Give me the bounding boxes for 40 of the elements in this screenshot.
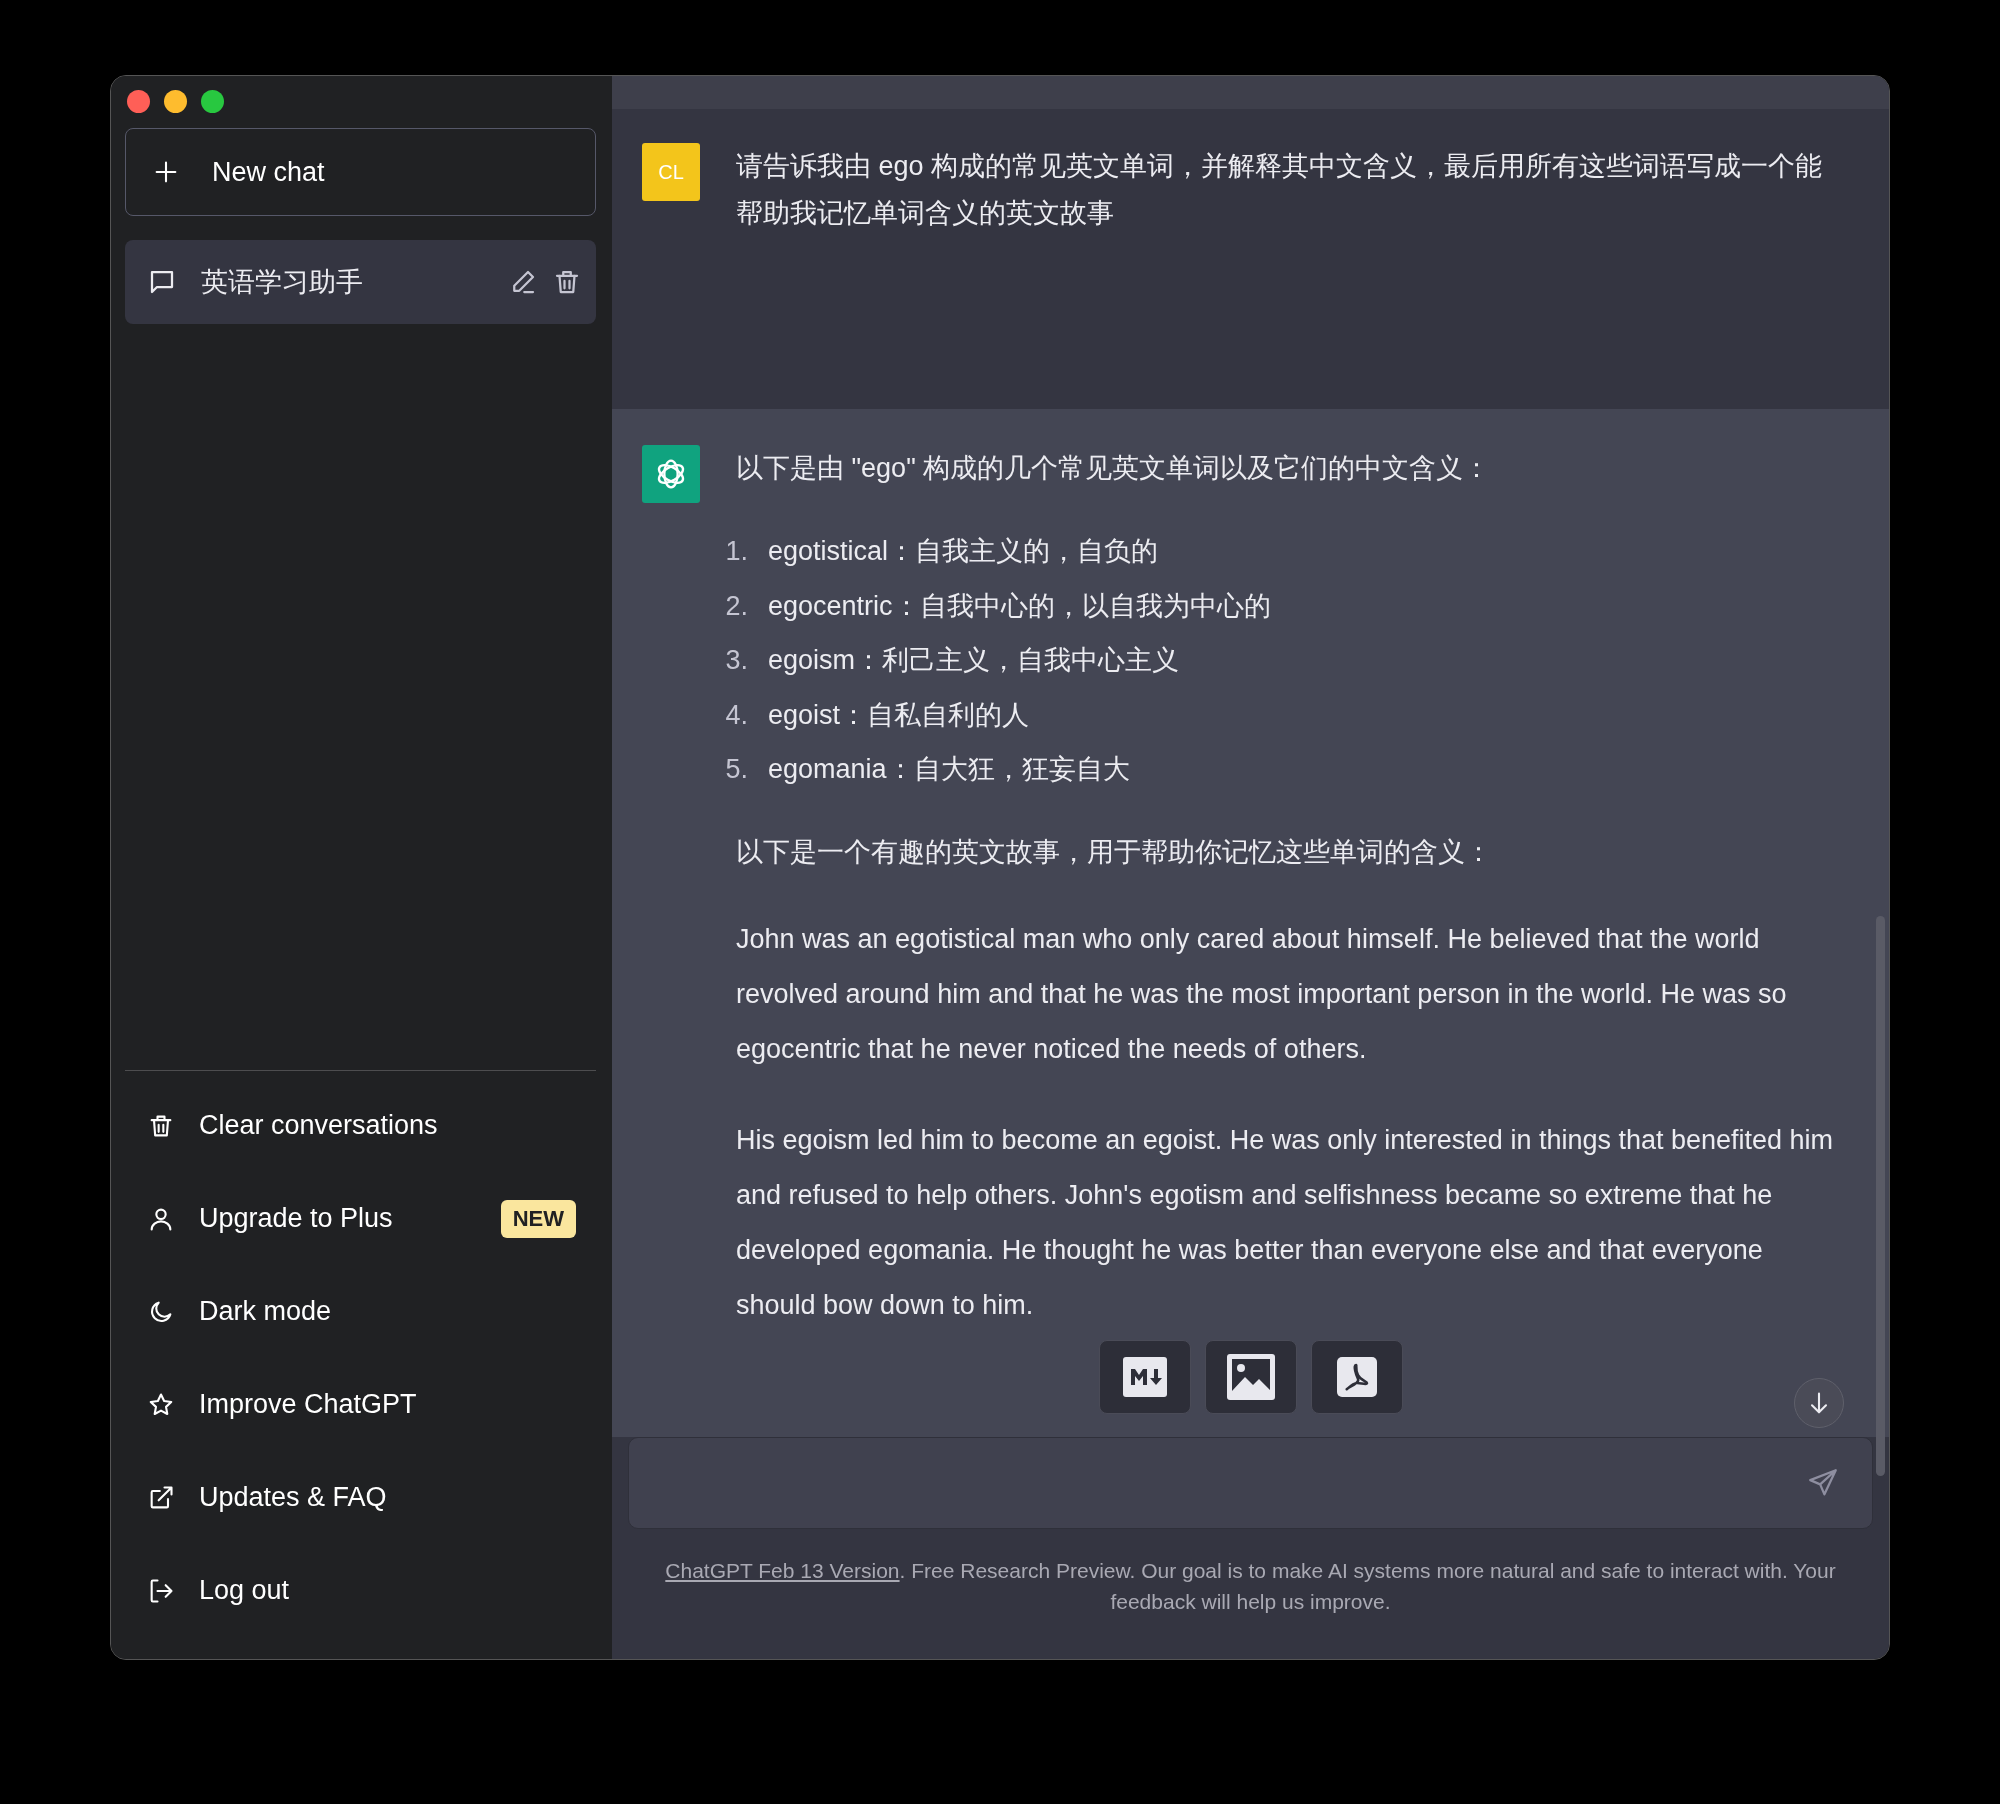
new-badge: NEW [500, 1199, 576, 1238]
list-number: 5. [724, 753, 748, 786]
pdf-icon [1337, 1357, 1377, 1397]
minimize-window-button[interactable] [164, 90, 187, 113]
list-item-text: egoism：利己主义，自我中心主义 [768, 644, 1180, 677]
markdown-icon [1123, 1357, 1167, 1397]
conversation-title: 英语学习助手 [201, 266, 364, 299]
menu-item[interactable]: Improve ChatGPT [125, 1358, 596, 1451]
menu-item[interactable]: Updates & FAQ [125, 1451, 596, 1544]
menu-item[interactable]: Log out [125, 1544, 596, 1637]
message-paragraph: 请告诉我由 ego 构成的常见英文单词，并解释其中文含义，最后用所有这些词语写成一个能帮助我记忆单词含义的英文故事 [736, 150, 1824, 230]
menu-item[interactable]: Clear conversations [125, 1079, 596, 1172]
list-number: 1. [724, 535, 748, 568]
scrollbar[interactable] [1876, 916, 1885, 1476]
conversation-item[interactable]: 英语学习助手 [125, 240, 596, 324]
list-number: 2. [724, 589, 748, 623]
new-chat-button[interactable]: New chat [125, 128, 596, 216]
image-icon [1227, 1354, 1275, 1400]
version-link[interactable]: ChatGPT Feb 13 Version [665, 1559, 900, 1582]
pdf-export-button[interactable] [1311, 1340, 1403, 1414]
list-item-text: egotistical：自我主义的，自负的 [768, 535, 1159, 568]
image-export-button[interactable] [1205, 1340, 1297, 1414]
list-item-text: egocentric：自我中心的，以自我为中心的 [768, 589, 1271, 623]
close-window-button[interactable] [127, 90, 150, 113]
list-number: 3. [724, 644, 748, 677]
message-input-field[interactable] [628, 1437, 1873, 1529]
list-item-text: egomania：自大狂，狂妄自大 [768, 753, 1130, 786]
menu-item[interactable]: Upgrade to Plus NEW [125, 1172, 596, 1265]
zoom-window-button[interactable] [201, 90, 224, 113]
list-number: 4. [724, 698, 748, 732]
list-item-text: egoist：自私自利的人 [768, 698, 1030, 732]
assistant-logo-icon [642, 445, 700, 503]
menu-item[interactable]: Dark mode [125, 1265, 596, 1358]
message-paragraph: His egoism led him to become an egoist. He was only interested in things that benefited him and refused to help others. John's egotism and selfishness became so extreme that he developed egomania. He thought he was better than everyone else and that everyone should bow down to him. [736, 1123, 1835, 1322]
footer-disclaimer: ChatGPT Feb 13 Version. Free Research Preview. Our goal is to make AI systems more natural and safe to interact with. Your feedback will help us improve. [664, 1558, 1837, 1615]
message-paragraph: John was an egotistical man who only cared about himself. He believed that the world revolved around him and that he was the most important person in the world. He was so egocentric that he never noticed the needs of others. [736, 922, 1788, 1066]
markdown-export-button[interactable] [1099, 1340, 1191, 1414]
message-paragraph: 以下是一个有趣的英文故事，用于帮助你记忆这些单词的含义： [736, 835, 1493, 869]
user-avatar: CL [642, 143, 700, 201]
message-paragraph: 以下是由 "ego" 构成的几个常见英文单词以及它们的中文含义： [736, 452, 1492, 485]
